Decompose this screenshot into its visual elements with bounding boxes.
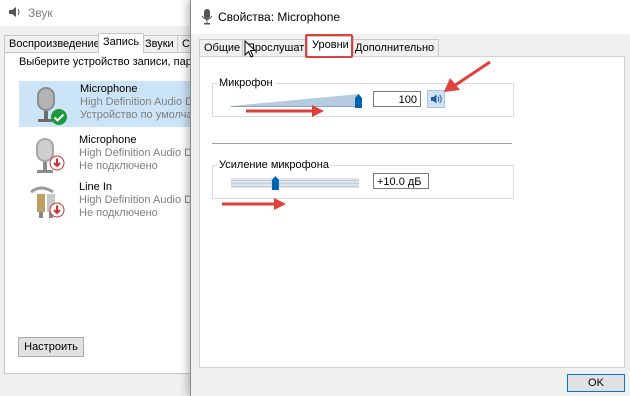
microphone-level-value[interactable]: 100 [373, 91, 421, 107]
boost-group-label: Усиление микрофона [217, 159, 331, 171]
dialog-titlebar[interactable]: Свойства: Microphone [191, 0, 630, 34]
recording-panel: Выберите устройство записи, парам Microp… [4, 52, 207, 374]
microphone-boost-slider[interactable] [231, 174, 367, 195]
dialog-title: Свойства: Microphone [218, 10, 341, 24]
tab-recording[interactable]: Запись [98, 33, 145, 53]
microphone-title-icon [201, 9, 213, 28]
device-status: Не подключено [79, 207, 158, 219]
sound-window-title: Звук [28, 6, 53, 20]
tab-levels[interactable]: Уровни [307, 36, 354, 56]
device-description: High Definition Audio De [80, 96, 200, 108]
device-list-item[interactable]: Microphone High Definition Audio De Не п… [19, 133, 205, 177]
tab-playback[interactable]: Воспроизведение [4, 35, 105, 52]
device-status: Не подключено [79, 160, 158, 172]
annotation-arrow-right [246, 105, 324, 117]
speaker-title-icon [8, 5, 22, 22]
group-divider [212, 143, 512, 144]
mouse-cursor-icon [244, 40, 256, 58]
device-name: Microphone [79, 134, 137, 146]
microphone-boost-value[interactable]: +10.0 дБ [373, 173, 429, 189]
ok-button[interactable]: OK [567, 374, 625, 392]
microphone-group-label: Микрофон [217, 77, 275, 89]
configure-button[interactable]: Настроить [18, 337, 84, 357]
speaker-icon [428, 94, 444, 110]
annotation-arrow-diagonal [444, 60, 491, 92]
sound-tab-bar: Воспроизведение Запись Звуки Св [4, 33, 201, 53]
device-status: Устройство по умолча [80, 109, 193, 121]
levels-panel: Микрофон 100 Усиление микрофона +10.0 дБ [199, 56, 625, 368]
tab-advanced[interactable]: Дополнительно [350, 39, 440, 56]
microphone-boost-group: Усиление микрофона +10.0 дБ [212, 159, 514, 199]
sound-window: Звук Воспроизведение Запись Звуки Св Выб… [0, 0, 207, 396]
sound-window-titlebar[interactable]: Звук [0, 0, 200, 26]
tab-sounds[interactable]: Звуки [140, 35, 179, 52]
down-arrow-badge-icon [49, 155, 65, 174]
tab-general[interactable]: Общие [199, 39, 246, 56]
device-description: High Definition Audio De [79, 194, 199, 206]
check-badge-icon [50, 108, 68, 129]
recording-instruction: Выберите устройство записи, парам [19, 56, 206, 68]
device-description: High Definition Audio De [79, 147, 199, 159]
device-name: Line In [79, 181, 113, 193]
dialog-tab-bar: Общие Прослушать Уровни Дополнительно [199, 34, 619, 58]
device-list-item[interactable]: Line In High Definition Audio De Не подк… [19, 180, 205, 224]
device-name: Microphone [80, 83, 138, 95]
device-list-item[interactable]: Microphone High Definition Audio De Устр… [19, 81, 207, 127]
down-arrow-badge-icon [49, 202, 65, 221]
annotation-arrow-right [222, 198, 286, 210]
